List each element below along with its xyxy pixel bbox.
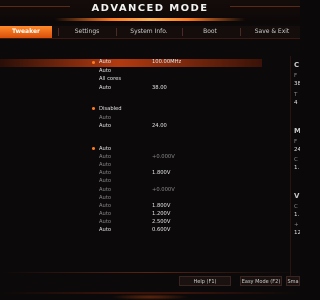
footer-divider [0, 272, 300, 273]
setting-value[interactable]: Auto [99, 114, 111, 122]
tab-settings[interactable]: Settings [62, 26, 112, 38]
setting-value[interactable]: Auto [99, 67, 111, 75]
setting-value[interactable]: Auto [99, 122, 111, 130]
tab-boot[interactable]: Boot [186, 26, 234, 38]
footer-glow [110, 294, 190, 300]
monitor-section-heading: V [294, 192, 300, 200]
setting-value[interactable]: Auto [99, 218, 111, 226]
bullet-icon [92, 107, 95, 110]
tab-separator [116, 28, 117, 36]
tab-tweaker[interactable]: Tweaker [0, 26, 52, 38]
monitor-label: + [294, 222, 299, 228]
monitor-section-heading: C [294, 61, 300, 69]
smart-fan-button[interactable]: Sma [286, 276, 300, 286]
setting-value[interactable]: All cores [99, 75, 121, 83]
setting-value[interactable]: Auto [99, 145, 111, 153]
header-bar: ADVANCED MODE [0, 0, 300, 24]
setting-readout: +0.000V [152, 187, 175, 193]
monitor-value: 24 [294, 147, 300, 153]
tab-save-exit[interactable]: Save & Exit [244, 26, 300, 38]
monitor-value: 1. [294, 165, 300, 171]
setting-value[interactable]: Auto [99, 177, 111, 185]
setting-value[interactable]: Auto [99, 153, 111, 161]
setting-value[interactable]: Auto [99, 202, 111, 210]
monitor-label: C [294, 157, 298, 163]
setting-value[interactable]: Auto [99, 194, 111, 202]
bullet-icon [92, 147, 95, 150]
setting-readout: 38.00 [152, 85, 167, 91]
setting-readout: 0.600V [152, 227, 171, 233]
monitor-value: 12 [294, 230, 300, 236]
tab-separator [58, 28, 59, 36]
tab-bar: Tweaker Settings System Info. Boot Save … [0, 26, 300, 39]
setting-value[interactable]: Auto [99, 226, 111, 234]
setting-value[interactable]: Auto [99, 210, 111, 218]
easy-mode-button[interactable]: Easy Mode (F2) [240, 276, 282, 286]
setting-value[interactable]: Auto [99, 161, 111, 169]
monitor-label: C [294, 204, 298, 210]
tab-separator [240, 28, 241, 36]
bullet-icon [92, 61, 95, 64]
tab-separator [182, 28, 183, 36]
setting-readout: 100.00MHz [152, 59, 182, 65]
setting-readout: 1.200V [152, 211, 171, 217]
monitor-value: 4 [294, 100, 298, 106]
selection-highlight [0, 59, 262, 67]
page-title: ADVANCED MODE [91, 3, 209, 14]
setting-value[interactable]: Disabled [99, 105, 122, 113]
monitor-value: 1. [294, 212, 300, 218]
setting-value[interactable]: Auto [99, 84, 111, 92]
settings-panel: Auto 100.00MHz Auto All cores Auto 38.00… [0, 39, 290, 272]
tab-system-info[interactable]: System Info. [120, 26, 178, 38]
help-button[interactable]: Help (F1) [179, 276, 231, 286]
monitor-label: F [294, 73, 298, 79]
setting-readout: 2.500V [152, 219, 171, 225]
setting-readout: 1.800V [152, 203, 171, 209]
header-glow [55, 18, 245, 21]
setting-value[interactable]: Auto [99, 169, 111, 177]
monitor-section-heading: M [294, 127, 300, 135]
setting-readout: 1.800V [152, 170, 171, 176]
setting-readout: +0.000V [152, 154, 175, 160]
monitor-label: T [294, 92, 298, 98]
setting-readout: 24.00 [152, 123, 167, 129]
setting-value[interactable]: Auto [99, 186, 111, 194]
bios-screen: ADVANCED MODE Tweaker Settings System In… [0, 0, 300, 300]
monitor-label: F [294, 139, 298, 145]
setting-value[interactable]: Auto [99, 58, 111, 66]
monitor-value: 38 [294, 81, 300, 87]
